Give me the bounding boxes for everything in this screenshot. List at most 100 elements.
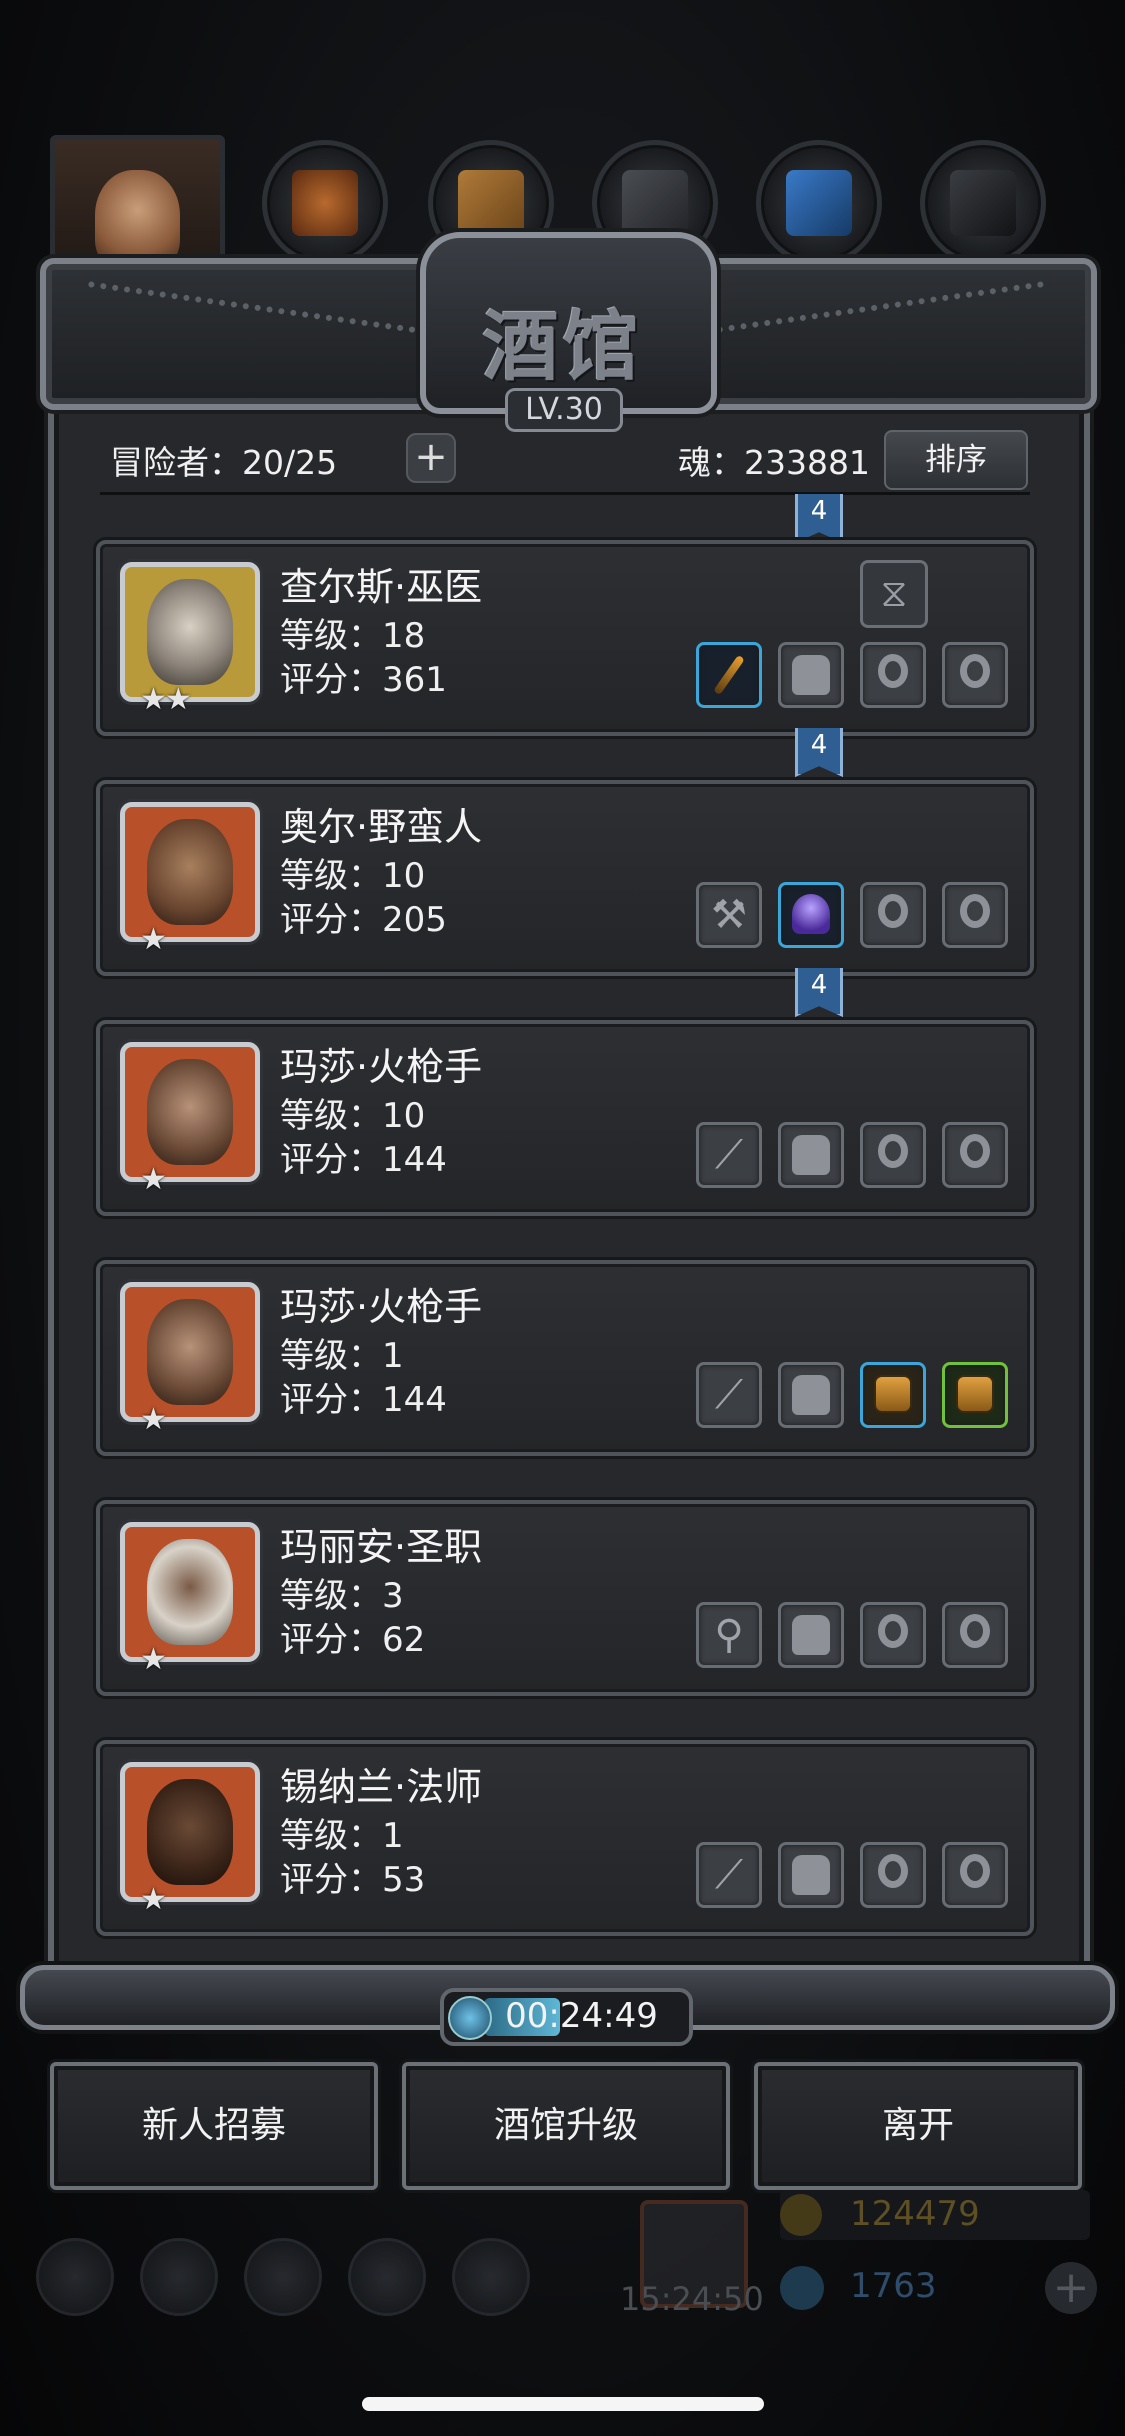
gift-timer: 15:24:50 [620,2280,764,2318]
adventurer-score: 评分：205 [280,900,447,940]
avatar [120,1042,260,1182]
adventurer-row[interactable]: ★ 玛莎·火枪手 等级：10 评分：144 ⟋ [96,1020,1034,1216]
gem-counter: 1763 [780,2262,1090,2312]
ring-slot[interactable] [860,1122,926,1188]
hourglass-icon[interactable]: ⧖ [860,560,928,628]
armor-slot[interactable] [778,1362,844,1428]
axe-icon: ⚒ [711,892,747,938]
weapon-slot[interactable]: ⚲ [696,1602,762,1668]
ring-slot[interactable] [942,1842,1008,1908]
add-slot-button[interactable]: + [406,433,456,483]
ring-icon [878,1134,908,1168]
weapon-slot[interactable]: ⚒ [696,882,762,948]
gold-counter: 124479 [780,2190,1090,2240]
armor-icon [792,1855,830,1895]
avatar [120,802,260,942]
ring-slot[interactable] [942,1602,1008,1668]
armor-slot[interactable] [778,1602,844,1668]
adventurer-level: 等级：10 [280,856,426,896]
weapon-slot[interactable]: ⟋ [696,1122,762,1188]
adventurer-level: 等级：10 [280,1096,426,1136]
ring-slot[interactable] [860,1602,926,1668]
divider [100,492,1030,495]
ring-icon [960,1134,990,1168]
weapon-slot-staff[interactable] [696,642,762,708]
adventurer-name: 奥尔·野蛮人 [280,805,483,849]
adventurer-level: 等级：18 [280,616,426,656]
ring-slot[interactable] [942,882,1008,948]
inventory-icon[interactable] [452,2238,530,2316]
ring-slot[interactable] [860,642,926,708]
chest-slot[interactable] [860,1362,926,1428]
add-currency-button[interactable]: + [1045,2262,1097,2314]
adventurer-row[interactable]: ★ 玛莎·火枪手 等级：1 评分：144 ⟋ [96,1260,1034,1456]
staff-icon [713,654,745,696]
adventurer-level: 等级：3 [280,1576,404,1616]
ring-slot[interactable] [860,882,926,948]
avatar [120,562,260,702]
adventurer-row[interactable]: ★ 奥尔·野蛮人 等级：10 评分：205 ⚒ [96,780,1034,976]
helmet-slot[interactable] [778,882,844,948]
avatar [120,1762,260,1902]
crystal-resource-icon[interactable] [756,140,882,266]
avatar [120,1282,260,1422]
treasure-chest-icon [874,1375,912,1413]
ring-slot[interactable] [942,642,1008,708]
chest-slot[interactable] [942,1362,1008,1428]
ring-icon [878,654,908,688]
tavern-level-badge: LV.30 [505,388,623,432]
adventurer-row[interactable]: ★ 玛丽安·圣职 等级：3 评分：62 ⚲ [96,1500,1034,1696]
armor-icon [792,655,830,695]
home-indicator[interactable] [362,2397,764,2411]
weapon-slot[interactable]: ⟋ [696,1362,762,1428]
adventurer-name: 查尔斯·巫医 [280,565,483,609]
armor-slot[interactable] [778,1842,844,1908]
star-rating: ★ [140,1642,167,1677]
treasure-chest-icon [956,1375,994,1413]
hero-face [95,170,180,270]
adventurer-level: 等级：1 [280,1816,404,1856]
ring-icon [960,894,990,928]
armor-slot[interactable] [778,642,844,708]
ring-slot[interactable] [860,1842,926,1908]
armor-icon [792,1615,830,1655]
adventurer-name: 锡纳兰·法师 [280,1765,483,1809]
page-title: 酒馆 [482,302,643,391]
leather-resource-icon[interactable] [262,140,388,266]
armor-icon [792,1375,830,1415]
star-rating: ★ [140,1402,167,1437]
gem-icon [780,2266,824,2310]
adventurer-score: 评分：144 [280,1140,447,1180]
adventurer-level: 等级：1 [280,1336,404,1376]
ore-resource-icon[interactable] [920,140,1046,266]
leave-button[interactable]: 离开 [754,2062,1082,2190]
weapon-slot[interactable]: ⟋ [696,1842,762,1908]
guild-icon[interactable] [244,2238,322,2316]
adventurer-score: 评分：144 [280,1380,447,1420]
armor-slot[interactable] [778,1122,844,1188]
star-rating: ★ [140,1162,167,1197]
adventurer-score: 评分：361 [280,660,447,700]
ring-icon [960,654,990,688]
upgrade-tavern-button[interactable]: 酒馆升级 [402,2062,730,2190]
adventurer-row[interactable]: ★ 锡纳兰·法师 等级：1 评分：53 ⟋ [96,1740,1034,1936]
plus-icon: + [414,434,448,480]
info-bar: 冒险者：20/25 + 魂：233881 排序 [110,430,1030,490]
star-rating: ★★ [140,682,192,717]
ring-icon [960,1614,990,1648]
adventurer-score: 评分：53 [280,1860,426,1900]
ring-icon [878,894,908,928]
sort-button[interactable]: 排序 [884,430,1028,490]
adventurer-name: 玛莎·火枪手 [280,1045,483,1089]
adventurer-row[interactable]: ★★ 查尔斯·巫医 等级：18 评分：361 ⧖ [96,540,1034,736]
mace-icon: ⚲ [714,1612,744,1658]
adventurer-count: 冒险者：20/25 [110,443,338,482]
achievement-icon[interactable] [140,2238,218,2316]
avatar [120,1522,260,1662]
settings-icon[interactable] [36,2238,114,2316]
gun-icon: ⟋ [715,1372,743,1418]
ring-slot[interactable] [942,1122,1008,1188]
mail-icon[interactable] [348,2238,426,2316]
recruit-button[interactable]: 新人招募 [50,2062,378,2190]
wand-icon: ⟋ [715,1852,743,1898]
